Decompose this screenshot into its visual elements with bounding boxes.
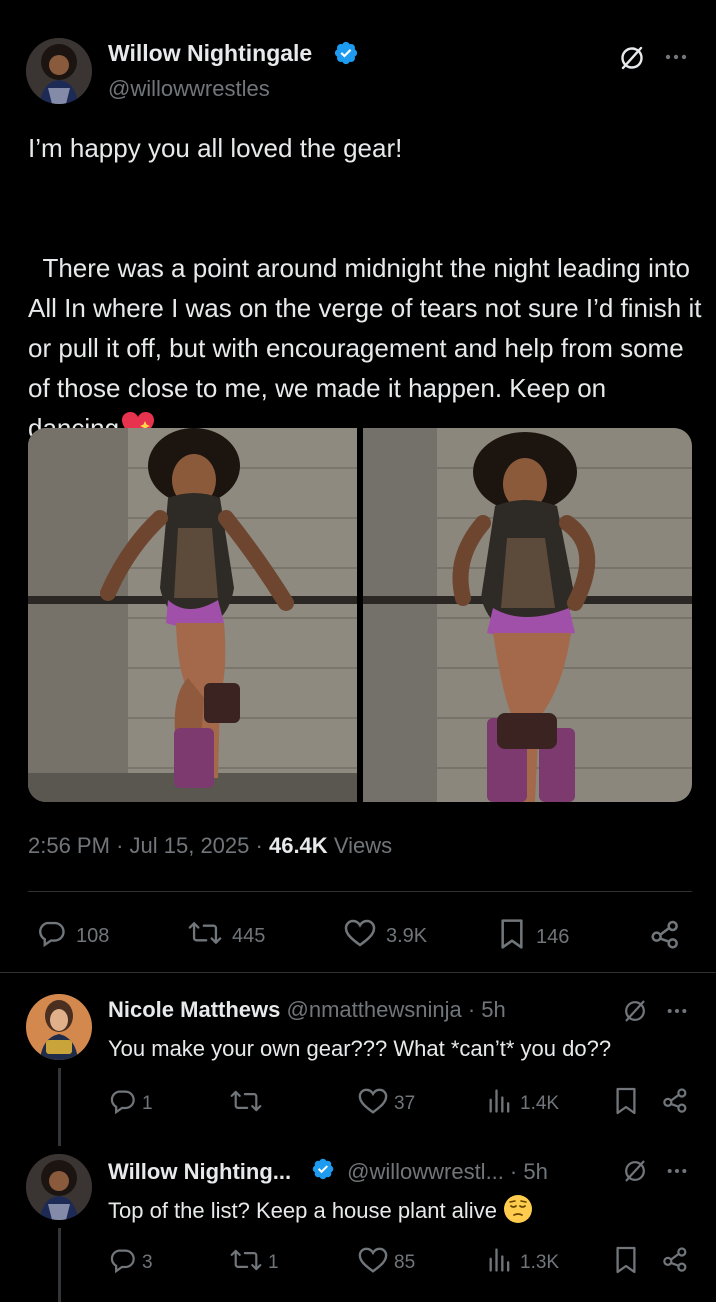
share-button[interactable]	[650, 918, 682, 956]
reply-button[interactable]: 3	[108, 1246, 153, 1280]
reply-author-name[interactable]: Nicole Matthews	[108, 997, 280, 1022]
reply-header: Willow Nighting... @willowwrestl... · 5h	[108, 1157, 548, 1187]
bookmark-icon	[614, 1245, 638, 1281]
tweet-text-line1: I’m happy you all loved the gear!	[28, 133, 403, 163]
grok-icon[interactable]	[622, 998, 648, 1024]
more-icon[interactable]	[664, 50, 688, 64]
tweet-photo-1[interactable]	[28, 428, 357, 802]
reply-avatar[interactable]	[26, 994, 92, 1060]
reply-icon	[108, 1087, 136, 1121]
like-icon	[358, 1246, 388, 1280]
share-icon	[650, 918, 682, 956]
views-button[interactable]: 1.4K	[486, 1087, 559, 1121]
views-count: 46.4K	[268, 833, 328, 858]
reply-avatar[interactable]	[26, 1154, 92, 1220]
tweet-photo-2[interactable]	[363, 428, 692, 802]
thread-line	[58, 1068, 61, 1146]
reply-author-name[interactable]: Willow Nighting...	[108, 1159, 291, 1185]
like-icon	[358, 1087, 388, 1121]
bookmark-button[interactable]	[614, 1245, 638, 1281]
like-button[interactable]: 3.9K	[344, 918, 427, 954]
bookmark-icon	[614, 1086, 638, 1122]
author-handle[interactable]: @willowwrestles	[108, 76, 270, 102]
reply-button[interactable]: 108	[36, 918, 109, 954]
bookmark-button[interactable]	[614, 1086, 638, 1122]
grok-icon[interactable]	[622, 1158, 648, 1184]
retweet-icon	[230, 1246, 262, 1280]
views-label: Views	[333, 833, 393, 858]
bookmark-icon	[498, 918, 526, 956]
retweet-icon	[230, 1087, 262, 1121]
like-count: 37	[394, 1093, 416, 1114]
reply-text: You make your own gear??? What *can’t* y…	[108, 1036, 612, 1061]
reply-header: Nicole Matthews @nmatthewsninja · 5h	[108, 997, 506, 1023]
divider	[0, 972, 716, 973]
views-button[interactable]: 1.3K	[486, 1246, 559, 1280]
share-icon	[662, 1245, 690, 1279]
like-button[interactable]: 85	[358, 1246, 415, 1280]
pensive-face-emoji	[503, 1194, 533, 1230]
reply-time[interactable]: · 5h	[510, 1159, 548, 1185]
more-icon[interactable]	[666, 1004, 688, 1018]
bookmark-button[interactable]: 146	[498, 918, 569, 956]
share-button[interactable]	[662, 1245, 690, 1279]
author-avatar[interactable]	[26, 38, 92, 104]
share-button[interactable]	[662, 1086, 690, 1120]
retweet-button[interactable]	[230, 1087, 268, 1121]
more-icon[interactable]	[666, 1164, 688, 1178]
bookmark-count: 146	[536, 925, 570, 948]
like-count: 85	[394, 1252, 416, 1273]
tweet-text-body: There was a point around midnight the ni…	[28, 208, 704, 454]
author-name[interactable]: Willow Nightingale	[108, 40, 312, 67]
retweet-count: 1	[268, 1252, 279, 1273]
share-icon	[662, 1086, 690, 1120]
divider	[28, 891, 692, 892]
reply-text: Top of the list? Keep a house plant aliv…	[108, 1198, 497, 1223]
tweet-meta: 2:56 PM · Jul 15, 2025 · 46.4K Views	[28, 833, 392, 859]
verified-badge-icon	[311, 1157, 335, 1187]
thread-line	[58, 1228, 61, 1302]
views-count: 1.3K	[520, 1252, 560, 1273]
views-icon	[486, 1246, 514, 1280]
reply-text-container: Top of the list? Keep a house plant aliv…	[108, 1194, 533, 1230]
grok-icon[interactable]	[618, 44, 646, 72]
retweet-button[interactable]: 1	[230, 1246, 279, 1280]
like-button[interactable]: 37	[358, 1087, 415, 1121]
views-icon	[486, 1087, 514, 1121]
retweet-button[interactable]: 445	[188, 918, 265, 954]
verified-badge-icon	[333, 40, 359, 66]
meta-separator: ·	[116, 833, 124, 858]
reply-count: 108	[76, 924, 110, 947]
reply-count: 3	[142, 1252, 153, 1273]
reply-button[interactable]: 1	[108, 1087, 153, 1121]
retweet-icon	[188, 918, 222, 954]
like-count: 3.9K	[386, 924, 428, 947]
reply-icon	[36, 918, 66, 954]
retweet-count: 445	[232, 924, 266, 947]
reply-author-handle[interactable]: @willowwrestl...	[347, 1159, 504, 1185]
reply-author-handle[interactable]: @nmatthewsninja	[287, 997, 462, 1022]
tweet-media[interactable]	[28, 428, 692, 802]
reply-icon	[108, 1246, 136, 1280]
meta-separator-2: ·	[255, 833, 263, 858]
like-icon	[344, 918, 376, 954]
reply-time[interactable]: · 5h	[468, 997, 506, 1022]
reply-count: 1	[142, 1093, 153, 1114]
views-count: 1.4K	[520, 1093, 560, 1114]
tweet-time[interactable]: 2:56 PM	[28, 833, 110, 858]
tweet-date[interactable]: Jul 15, 2025	[130, 833, 250, 858]
